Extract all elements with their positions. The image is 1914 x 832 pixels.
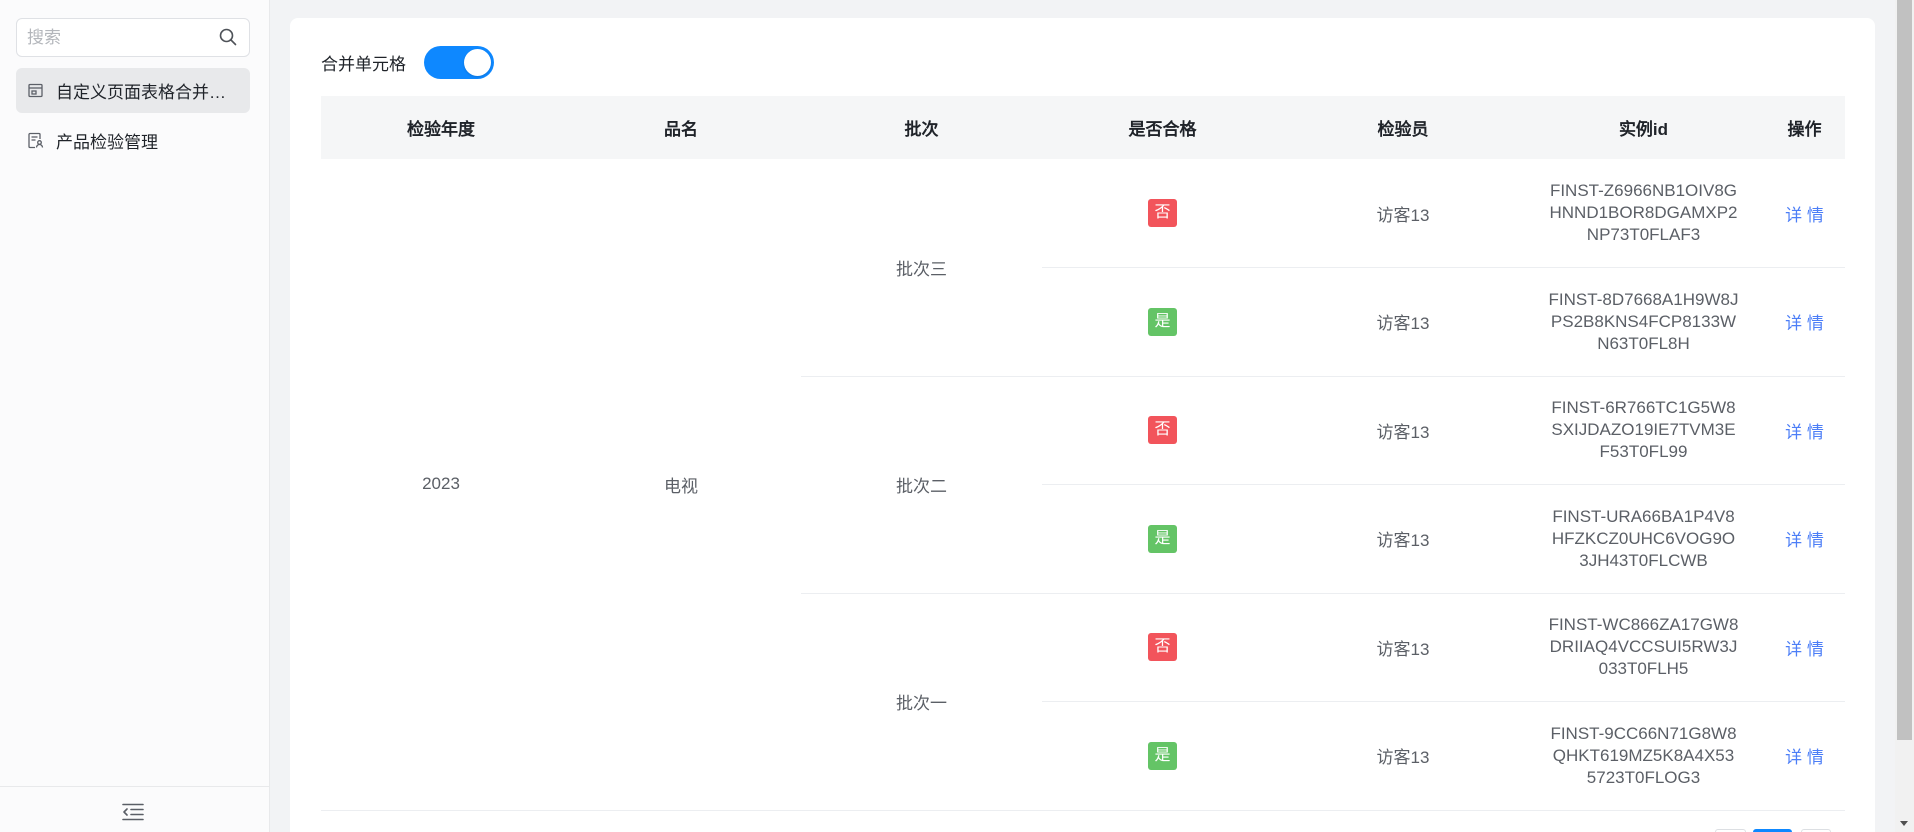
- detail-link[interactable]: 详 情: [1785, 206, 1824, 225]
- cell-batch: 批次三: [801, 159, 1042, 377]
- sidebar-item-product-inspection[interactable]: 产品检验管理: [16, 118, 250, 163]
- cell-inspector: 访客13: [1283, 593, 1523, 702]
- switch-knob: [464, 49, 491, 76]
- cell-qualified: 否: [1042, 593, 1283, 702]
- qualified-badge: 否: [1148, 199, 1177, 227]
- search-input[interactable]: [17, 19, 213, 56]
- qualified-badge: 否: [1148, 416, 1177, 445]
- cell-action: 详 情: [1764, 701, 1845, 811]
- search-box: [16, 18, 250, 57]
- vertical-scrollbar[interactable]: [1895, 0, 1914, 832]
- cell-action: 详 情: [1764, 376, 1845, 485]
- app-root: 自定义页面表格合并… 产品检验管理: [0, 0, 1914, 832]
- cell-inspector: 访客13: [1283, 701, 1523, 811]
- detail-link[interactable]: 详 情: [1785, 748, 1824, 767]
- table-row: 2023 电视 批次三 否 访客13 FINST-Z6966NB1OIV8GHN…: [321, 159, 1845, 811]
- instance-id-text: FINST-8D7668A1H9W8JPS2B8KNS4FCP8133WN63T…: [1548, 289, 1739, 353]
- cell-instance-id: FINST-WC866ZA17GW8DRIIAQ4VCCSUI5RW3J033T…: [1523, 593, 1764, 702]
- instance-id-text: FINST-6R766TC1G5W8SXIJDAZO19IE7TVM3EF53T…: [1551, 398, 1736, 462]
- cell-instance-id: FINST-Z6966NB1OIV8GHNND1BOR8DGAMXP2NP73T…: [1523, 159, 1764, 268]
- sidebar-item-custom-page[interactable]: 自定义页面表格合并…: [16, 68, 250, 113]
- merge-cells-label: 合并单元格: [321, 55, 406, 74]
- table-header-row: 检验年度 品名 批次 是否合格 检验员 实例id 操作: [321, 96, 1845, 159]
- cell-action: 详 情: [1764, 267, 1845, 377]
- cell-qualified: 是: [1042, 484, 1283, 594]
- inspection-table: 检验年度 品名 批次 是否合格 检验员 实例id 操作 2023 电视 批次三: [321, 96, 1845, 811]
- instance-id-text: FINST-WC866ZA17GW8DRIIAQ4VCCSUI5RW3J033T…: [1548, 615, 1739, 679]
- qualified-badge: 是: [1148, 307, 1177, 336]
- search-icon[interactable]: [219, 28, 237, 46]
- cell-inspector: 访客13: [1283, 159, 1523, 268]
- detail-link[interactable]: 详 情: [1785, 314, 1824, 333]
- cell-inspector: 访客13: [1283, 376, 1523, 485]
- content-card: 合并单元格 检验年度 品名 批次 是否合格 检验员 实例id 操作 2023 电…: [290, 18, 1875, 832]
- cell-qualified: 否: [1042, 376, 1283, 485]
- form-icon: [28, 132, 44, 149]
- cell-batch: 批次二: [801, 376, 1042, 594]
- cell-instance-id: FINST-6R766TC1G5W8SXIJDAZO19IE7TVM3EF53T…: [1523, 376, 1764, 485]
- cell-inspector: 访客13: [1283, 484, 1523, 594]
- cell-year: 2023: [321, 159, 561, 811]
- column-header-inspector: 检验员: [1283, 96, 1523, 159]
- cell-action: 详 情: [1764, 159, 1845, 268]
- detail-link[interactable]: 详 情: [1785, 640, 1824, 659]
- qualified-badge: 是: [1148, 524, 1177, 553]
- sidebar-item-label: 产品检验管理: [56, 133, 158, 152]
- column-header-action: 操作: [1764, 96, 1845, 159]
- column-header-batch: 批次: [801, 96, 1042, 159]
- cell-product: 电视: [561, 159, 801, 811]
- qualified-badge: 否: [1148, 633, 1177, 662]
- cell-batch: 批次一: [801, 593, 1042, 811]
- detail-link[interactable]: 详 情: [1785, 531, 1824, 550]
- instance-id-text: FINST-URA66BA1P4V8HFZKCZ0UHC6VOG9O3JH43T…: [1551, 506, 1736, 570]
- sidebar: 自定义页面表格合并… 产品检验管理: [0, 0, 270, 832]
- cell-action: 详 情: [1764, 593, 1845, 702]
- instance-id-text: FINST-9CC66N71G8W8QHKT619MZ5K8A4X535723T…: [1550, 723, 1737, 787]
- qualified-badge: 是: [1148, 741, 1177, 770]
- column-header-qualified: 是否合格: [1042, 96, 1283, 159]
- merge-cells-switch[interactable]: [424, 46, 494, 79]
- sidebar-footer: [0, 786, 269, 832]
- cell-action: 详 情: [1764, 484, 1845, 594]
- column-header-year: 检验年度: [321, 96, 561, 159]
- merge-toolbar: 合并单元格: [321, 46, 494, 79]
- cell-inspector: 访客13: [1283, 267, 1523, 377]
- column-header-instance-id: 实例id: [1523, 96, 1764, 159]
- cell-instance-id: FINST-9CC66N71G8W8QHKT619MZ5K8A4X535723T…: [1523, 701, 1764, 811]
- column-header-product: 品名: [561, 96, 801, 159]
- scroll-down-arrow-icon[interactable]: [1900, 821, 1908, 826]
- cell-qualified: 是: [1042, 701, 1283, 811]
- cell-qualified: 否: [1042, 159, 1283, 268]
- table-icon: [28, 83, 43, 98]
- collapse-sidebar-icon[interactable]: [122, 803, 144, 821]
- sidebar-item-label: 自定义页面表格合并…: [56, 83, 226, 102]
- cell-instance-id: FINST-8D7668A1H9W8JPS2B8KNS4FCP8133WN63T…: [1523, 267, 1764, 377]
- cell-qualified: 是: [1042, 267, 1283, 377]
- scrollbar-thumb[interactable]: [1897, 0, 1912, 740]
- instance-id-text: FINST-Z6966NB1OIV8GHNND1BOR8DGAMXP2NP73T…: [1549, 181, 1738, 244]
- cell-instance-id: FINST-URA66BA1P4V8HFZKCZ0UHC6VOG9O3JH43T…: [1523, 484, 1764, 594]
- detail-link[interactable]: 详 情: [1785, 423, 1824, 442]
